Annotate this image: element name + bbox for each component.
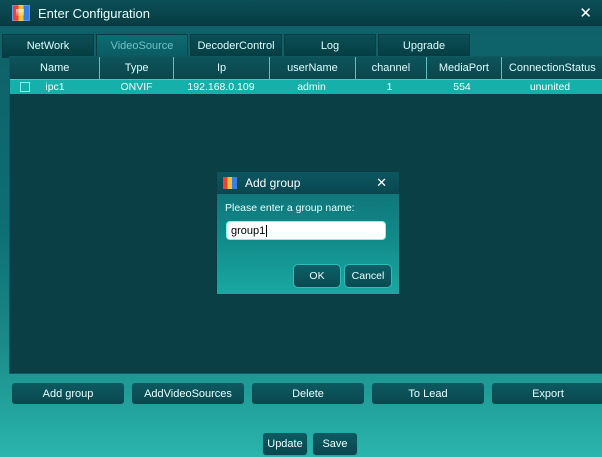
column-header-ip[interactable]: Ip xyxy=(174,57,271,79)
column-header-channel[interactable]: channel xyxy=(356,57,428,79)
app-logo-icon xyxy=(223,177,237,189)
group-name-input[interactable]: group1 xyxy=(226,221,386,240)
tab-network[interactable]: NetWork xyxy=(2,34,94,58)
cell-username: admin xyxy=(297,81,326,93)
cell-connectionstatus: ununited xyxy=(529,81,571,93)
group-name-value: group1 xyxy=(231,224,266,237)
add-video-sources-button[interactable]: AddVideoSources xyxy=(132,383,244,404)
app-logo-icon xyxy=(12,5,30,21)
column-header-connectionstatus[interactable]: ConnectionStatus xyxy=(502,57,602,79)
update-button[interactable]: Update xyxy=(262,432,308,456)
tab-decodercontrol[interactable]: DecoderControl xyxy=(190,34,282,58)
cell-ip: 192.168.0.109 xyxy=(187,81,255,93)
dialog-close-icon[interactable]: ✕ xyxy=(376,175,387,191)
to-lead-button[interactable]: To Lead xyxy=(372,383,484,404)
column-header-name[interactable]: Name xyxy=(10,57,101,79)
column-header-username[interactable]: userName xyxy=(270,57,356,79)
tab-upgrade[interactable]: Upgrade xyxy=(378,34,470,58)
cell-name-text: ipc1 xyxy=(45,81,65,93)
table-row[interactable]: ipc1 ONVIF 192.168.0.109 admin 1 554 unu… xyxy=(10,80,602,94)
window-titlebar: Enter Configuration ✕ xyxy=(0,0,602,26)
column-header-mediaport[interactable]: MediaPort xyxy=(427,57,502,79)
tab-videosource[interactable]: VideoSource xyxy=(96,34,188,58)
delete-button[interactable]: Delete xyxy=(252,383,364,404)
export-button[interactable]: Export xyxy=(492,383,602,404)
dialog-title: Add group xyxy=(245,176,301,190)
dialog-prompt: Please enter a group name: xyxy=(225,202,355,214)
cell-channel: 1 xyxy=(386,81,393,93)
column-header-type[interactable]: Type xyxy=(100,57,174,79)
action-bar: Add group AddVideoSources Delete To Lead… xyxy=(12,383,602,404)
ok-button[interactable]: OK xyxy=(293,264,341,288)
text-caret xyxy=(266,224,268,237)
cancel-button[interactable]: Cancel xyxy=(344,264,392,288)
row-checkbox[interactable] xyxy=(20,82,30,92)
dialog-titlebar: Add group ✕ xyxy=(217,172,399,194)
tab-log[interactable]: Log xyxy=(284,34,376,58)
cell-mediaport: 554 xyxy=(453,81,471,93)
cell-type: ONVIF xyxy=(120,81,153,93)
window-close-icon[interactable]: ✕ xyxy=(579,4,592,22)
add-group-button[interactable]: Add group xyxy=(12,383,124,404)
cell-name: ipc1 xyxy=(10,80,100,94)
save-button[interactable]: Save xyxy=(312,432,358,456)
tab-bar: NetWork VideoSource DecoderControl Log U… xyxy=(0,34,472,58)
add-group-dialog: Add group ✕ Please enter a group name: g… xyxy=(217,172,399,294)
window-title: Enter Configuration xyxy=(38,5,151,21)
table-header: Name Type Ip userName channel MediaPort … xyxy=(10,57,602,80)
